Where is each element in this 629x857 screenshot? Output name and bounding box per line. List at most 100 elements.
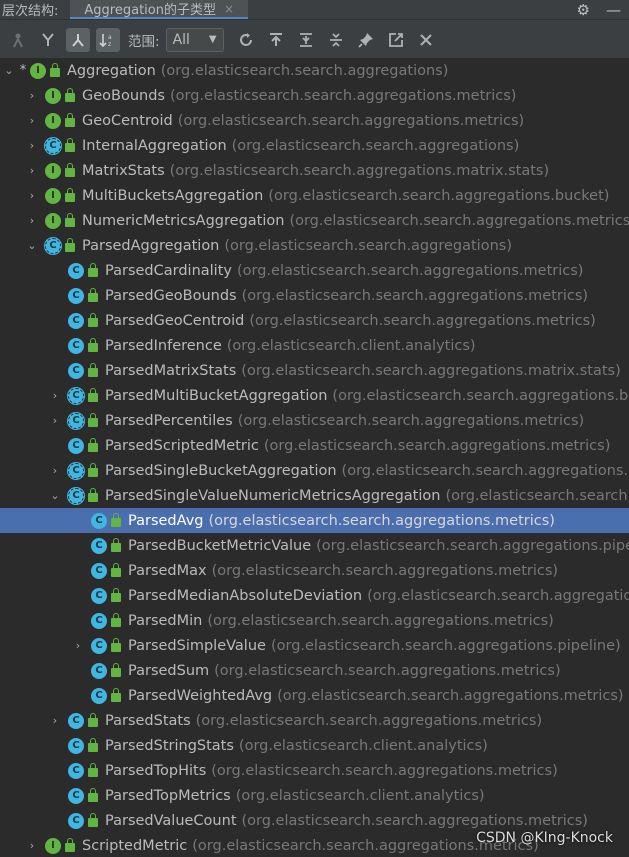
package-name: (org.elasticsearch.search.aggregations.m… bbox=[214, 662, 561, 679]
chevron-right-icon[interactable]: › bbox=[48, 464, 62, 477]
close-icon[interactable]: × bbox=[224, 2, 234, 16]
pin-icon[interactable] bbox=[354, 28, 378, 52]
public-access-icon bbox=[65, 163, 75, 177]
tree-row[interactable]: C ParsedMax (org.elasticsearch.search.aggr… bbox=[0, 558, 629, 583]
class-icon: C bbox=[68, 437, 84, 454]
public-access-icon bbox=[50, 63, 60, 77]
interface-icon: I bbox=[45, 87, 61, 104]
close-icon[interactable] bbox=[414, 28, 438, 52]
chevron-right-icon[interactable]: › bbox=[25, 839, 39, 852]
tree-row[interactable]: C ParsedWeightedAvg (org.elasticsearch.sea… bbox=[0, 683, 629, 708]
tree-row[interactable]: C ParsedScriptedMetric (org.elasticsearch.… bbox=[0, 433, 629, 458]
type-name: MultiBucketsAggregation bbox=[82, 187, 264, 204]
tree-row[interactable]: C ParsedMatrixStats (org.elasticsearch.sea… bbox=[0, 358, 629, 383]
tree-row[interactable]: C ParsedAvg (org.elasticsearch.search.aggr… bbox=[0, 508, 629, 533]
chevron-right-icon[interactable]: › bbox=[48, 414, 62, 427]
public-access-icon bbox=[111, 688, 121, 702]
sort-alphabetically-icon[interactable]: az bbox=[96, 27, 120, 52]
class-icon: C bbox=[68, 762, 84, 779]
tree-row[interactable]: › I GeoBounds (org.elasticsearch.search.agg… bbox=[0, 83, 629, 108]
refresh-icon[interactable] bbox=[234, 28, 258, 52]
chevron-right-icon[interactable]: › bbox=[25, 164, 39, 177]
type-name: ParsedSum bbox=[128, 662, 210, 679]
chevron-right-icon[interactable]: › bbox=[48, 714, 62, 727]
chevron-right-icon[interactable]: › bbox=[25, 189, 39, 202]
abstract-class-icon: C bbox=[68, 462, 84, 479]
class-icon: C bbox=[91, 637, 107, 654]
tree-row[interactable]: › C ParsedStats (org.elasticsearch.search.a… bbox=[0, 708, 629, 733]
type-name: ParsedStringStats bbox=[105, 737, 234, 754]
tree-row[interactable]: C ParsedTopMetrics (org.elasticsearch.clie… bbox=[0, 783, 629, 808]
tree-row[interactable]: C ParsedCardinality (org.elasticsearch.sea… bbox=[0, 258, 629, 283]
tree-row[interactable]: C ParsedGeoBounds (org.elasticsearch.searc… bbox=[0, 283, 629, 308]
type-hierarchy-icon[interactable] bbox=[6, 28, 30, 52]
type-name: ParsedWeightedAvg bbox=[128, 687, 273, 704]
tree-row[interactable]: › I MatrixStats (org.elasticsearch.search.a… bbox=[0, 158, 629, 183]
type-name: ParsedMax bbox=[128, 562, 207, 579]
package-name: (org.elasticsearch.search.aggregations.m… bbox=[170, 87, 517, 104]
type-name: GeoCentroid bbox=[82, 112, 173, 129]
svg-text:a: a bbox=[108, 34, 112, 41]
tab-aggregation-subtypes[interactable]: Aggregation的子类型 × bbox=[70, 0, 249, 19]
chevron-right-icon[interactable]: › bbox=[48, 389, 62, 402]
subtypes-hierarchy-icon[interactable] bbox=[66, 27, 90, 52]
expand-all-icon[interactable] bbox=[294, 28, 318, 52]
scope-dropdown[interactable]: All ▼ bbox=[165, 27, 224, 52]
scope-value: All bbox=[172, 31, 190, 48]
public-access-icon bbox=[88, 413, 98, 427]
collapse-all-icon[interactable] bbox=[324, 28, 348, 52]
tree-row[interactable]: C ParsedSum (org.elasticsearch.search.aggr… bbox=[0, 658, 629, 683]
tree-row[interactable]: C ParsedTopHits (org.elasticsearch.search.… bbox=[0, 758, 629, 783]
tree-row[interactable]: C ParsedStringStats (org.elasticsearch.cli… bbox=[0, 733, 629, 758]
tree-row[interactable]: › I GeoCentroid (org.elasticsearch.search.a… bbox=[0, 108, 629, 133]
chevron-right-icon[interactable]: › bbox=[71, 639, 85, 652]
chevron-down-icon[interactable]: ⌄ bbox=[48, 489, 62, 502]
tree-row[interactable]: › C ParsedSingleBucketAggregation (org.elas… bbox=[0, 458, 629, 483]
interface-icon: I bbox=[45, 837, 61, 854]
tree-row[interactable]: › C ParsedMultiBucketAggregation (org.elast… bbox=[0, 383, 629, 408]
type-name: ParsedAvg bbox=[128, 512, 204, 529]
chevron-right-icon[interactable]: › bbox=[25, 89, 39, 102]
chevron-right-icon[interactable]: › bbox=[25, 114, 39, 127]
chevron-right-icon[interactable]: › bbox=[25, 214, 39, 227]
tree-row[interactable]: C ParsedBucketMetricValue (org.elasticsear… bbox=[0, 533, 629, 558]
package-name: (org.elasticsearch.search.aggregations.m… bbox=[236, 262, 584, 279]
tree-row[interactable]: C ParsedMedianAbsoluteDeviation (org.elast… bbox=[0, 583, 629, 608]
tree-row[interactable]: ⌄ C ParsedAggregation (org.elasticsearch.se… bbox=[0, 233, 629, 258]
package-name: (org.elasticsearch.search.aggregations.b… bbox=[268, 187, 610, 204]
type-name: ParsedTopHits bbox=[105, 762, 207, 779]
tree-row[interactable]: › C ParsedSimpleValue (org.elasticsearch.se… bbox=[0, 633, 629, 658]
package-name: (org.elasticsearch.search.aggregations.p… bbox=[316, 537, 629, 554]
tree-row[interactable]: C ParsedInference (org.elasticsearch.clien… bbox=[0, 333, 629, 358]
package-name: (org.elasticsearch.search.aggregations.m… bbox=[241, 812, 588, 829]
tree-row[interactable]: ⌄ * I Aggregation (org.elasticsearch.search.… bbox=[0, 58, 629, 83]
type-name: ParsedInference bbox=[105, 337, 222, 354]
public-access-icon bbox=[111, 588, 121, 602]
class-icon: C bbox=[91, 687, 107, 704]
package-name: (org.elasticsearch.search.aggregations.b… bbox=[341, 462, 629, 479]
base-on-this-class-icon[interactable] bbox=[264, 28, 288, 52]
svg-text:z: z bbox=[108, 41, 111, 48]
tree-row[interactable]: › I MultiBucketsAggregation (org.elasticsea… bbox=[0, 183, 629, 208]
package-name: (org.elasticsearch.search.aggregations.m… bbox=[211, 562, 559, 579]
chevron-right-icon[interactable]: › bbox=[25, 139, 39, 152]
tree-row[interactable]: C ParsedMin (org.elasticsearch.search.aggr… bbox=[0, 608, 629, 633]
tree-row[interactable]: ⌄ C ParsedSingleValueNumericMetricsAggrega… bbox=[0, 483, 629, 508]
tree-row[interactable]: › I NumericMetricsAggregation (org.elastics… bbox=[0, 208, 629, 233]
type-name: ParsedAggregation bbox=[82, 237, 220, 254]
export-icon[interactable] bbox=[384, 28, 408, 52]
tree-row[interactable]: C ParsedGeoCentroid (org.elasticsearch.sea… bbox=[0, 308, 629, 333]
watermark: CSDN @KIng-Knock bbox=[476, 830, 613, 846]
gear-icon[interactable]: ⚙ bbox=[577, 1, 590, 19]
type-name: ParsedGeoBounds bbox=[105, 287, 237, 304]
supertypes-hierarchy-icon[interactable] bbox=[36, 28, 60, 52]
public-access-icon bbox=[88, 813, 98, 827]
tree-row[interactable]: › C InternalAggregation (org.elasticsearch.… bbox=[0, 133, 629, 158]
class-icon: C bbox=[68, 362, 84, 379]
package-name: (org.elasticsearch.search.aggregations.m… bbox=[177, 112, 525, 129]
chevron-down-icon[interactable]: ⌄ bbox=[25, 239, 39, 252]
type-name: Aggregation bbox=[67, 62, 156, 79]
chevron-down-icon[interactable]: ⌄ bbox=[2, 64, 16, 77]
minimize-icon[interactable]: — bbox=[606, 1, 621, 19]
tree-row[interactable]: › C ParsedPercentiles (org.elasticsearch.se… bbox=[0, 408, 629, 433]
